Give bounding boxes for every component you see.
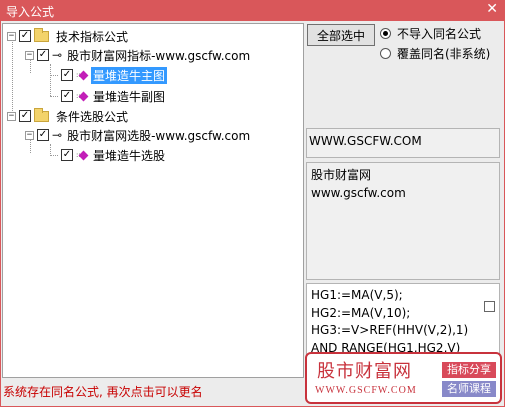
collapse-icon[interactable]: − xyxy=(7,111,16,121)
status-message: 系统存在同名公式, 再次点击可以更名 xyxy=(3,385,203,399)
tree-node-selection-group[interactable]: − ✓ ⊸ 股市财富网选股-www.gscfw.com xyxy=(25,126,252,144)
source-url-field: WWW.GSCFW.COM xyxy=(306,128,500,158)
code-line: HG2:=MA(V,10); xyxy=(311,305,411,320)
folder-icon xyxy=(34,27,49,42)
tree-node-tech-indicators[interactable]: − ✓ 技术指标公式 xyxy=(7,27,130,45)
description-line: www.gscfw.com xyxy=(311,186,406,200)
collapse-icon[interactable]: − xyxy=(25,50,34,60)
watermark-title: 股市财富网 xyxy=(317,361,412,382)
tree-checkbox[interactable]: ✓ xyxy=(61,90,73,102)
select-all-button[interactable]: 全部选中 xyxy=(307,24,375,46)
tree-connector xyxy=(50,155,58,156)
code-line: HG1:=MA(V,5); xyxy=(311,288,403,302)
source-url-text: WWW.GSCFW.COM xyxy=(309,134,422,148)
tree-node-label: 量堆造牛选股 xyxy=(93,148,166,163)
tree-checkbox[interactable]: ✓ xyxy=(37,49,49,61)
key-icon: ⊸ xyxy=(52,48,63,62)
tree-checkbox[interactable]: ✓ xyxy=(61,69,73,81)
window-title: 导入公式 xyxy=(6,5,55,19)
formula-tree[interactable]: − ✓ 技术指标公式 − ✓ ⊸ 股市财富网指标-www.gscfw.com ✓… xyxy=(2,23,304,378)
title-bar: 导入公式 ✕ xyxy=(0,0,505,21)
tree-node-stock-selection[interactable]: − ✓ 条件选股公式 xyxy=(7,107,130,125)
tree-node-label: 量堆造牛副图 xyxy=(93,89,166,104)
collapse-icon[interactable]: − xyxy=(25,130,34,140)
watermark-tag: 名师课程 xyxy=(442,381,496,397)
description-line: 股市财富网 xyxy=(311,168,372,182)
tree-connector xyxy=(50,96,58,97)
folder-icon xyxy=(34,107,49,122)
tree-node-label: 条件选股公式 xyxy=(56,109,129,124)
collapse-icon[interactable]: − xyxy=(7,31,16,41)
tree-checkbox[interactable]: ✓ xyxy=(61,149,73,161)
tree-node-main-chart[interactable]: ✓ :: 量堆造牛主图 xyxy=(61,66,168,84)
tree-checkbox[interactable]: ✓ xyxy=(19,110,31,122)
watermark-tag: 指标分享 xyxy=(442,362,496,378)
formula-icon: :: xyxy=(76,149,89,161)
tree-node-label: 股市财富网指标-www.gscfw.com xyxy=(67,48,251,63)
tree-connector xyxy=(50,75,58,76)
key-icon: ⊸ xyxy=(52,128,63,142)
tree-node-indicator-group[interactable]: − ✓ ⊸ 股市财富网指标-www.gscfw.com xyxy=(25,46,252,64)
radio-button-icon[interactable] xyxy=(380,28,391,39)
close-icon[interactable]: ✕ xyxy=(486,1,498,17)
tree-checkbox[interactable]: ✓ xyxy=(37,129,49,141)
formula-icon: :: xyxy=(76,69,89,81)
tree-node-stock-picker[interactable]: ✓ :: 量堆造牛选股 xyxy=(61,146,167,164)
tree-connector xyxy=(50,64,51,96)
tree-node-sub-chart[interactable]: ✓ :: 量堆造牛副图 xyxy=(61,87,167,105)
radio-label: 覆盖同名(非系统) xyxy=(397,47,491,61)
radio-overwrite-duplicates[interactable]: 覆盖同名(非系统) xyxy=(380,45,490,62)
tree-node-label: 技术指标公式 xyxy=(56,29,129,44)
radio-button-icon[interactable] xyxy=(380,48,391,59)
code-line: HG3:=V>REF(HHV(V,2),1) xyxy=(311,323,469,337)
radio-label: 不导入同名公式 xyxy=(397,27,482,41)
tree-checkbox[interactable]: ✓ xyxy=(19,30,31,42)
watermark-url: WWW.GSCFW.COM xyxy=(315,385,417,396)
code-option-checkbox[interactable] xyxy=(484,301,495,312)
watermark-logo: 股市财富网 WWW.GSCFW.COM 指标分享 名师课程 xyxy=(305,352,502,404)
radio-skip-duplicates[interactable]: 不导入同名公式 xyxy=(380,25,481,42)
description-box: 股市财富网 www.gscfw.com xyxy=(306,162,500,280)
tree-node-label: 股市财富网选股-www.gscfw.com xyxy=(67,128,251,143)
formula-icon: :: xyxy=(76,90,89,102)
tree-node-label: 量堆造牛主图 xyxy=(91,66,168,84)
